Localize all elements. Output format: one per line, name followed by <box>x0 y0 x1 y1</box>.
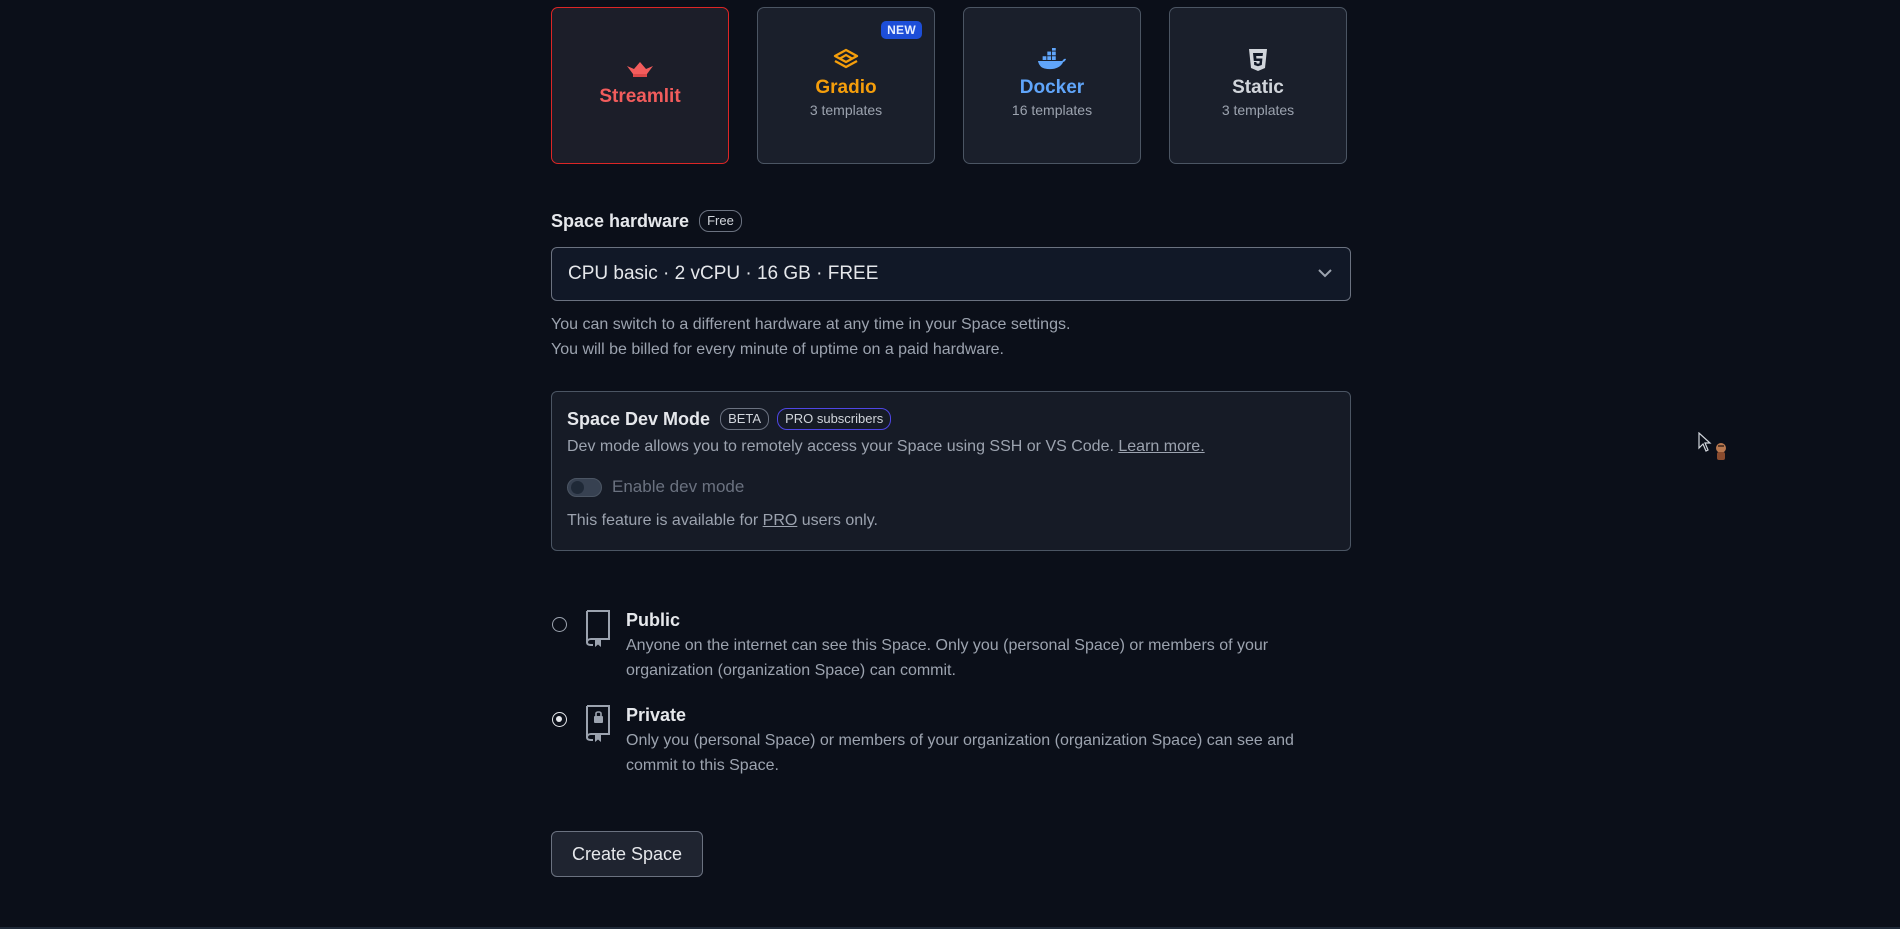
beta-badge: BETA <box>720 408 770 430</box>
hardware-help-line: You can switch to a different hardware a… <box>551 316 1071 333</box>
sdk-template-count: 3 templates <box>1221 101 1295 118</box>
create-space-button[interactable]: Create Space <box>551 831 704 877</box>
dev-mode-description: Dev mode allows you to remotely access y… <box>567 438 1335 456</box>
dev-mode-toggle-label: Enable dev mode <box>612 477 745 496</box>
dev-mode-title: Space Dev Mode <box>567 408 711 429</box>
dev-mode-desc-text: Dev mode allows you to remotely access y… <box>567 438 1114 455</box>
space-hardware-title: Space hardware <box>551 210 690 231</box>
space-hardware-label: Space hardware Free <box>551 210 742 232</box>
html5-icon <box>1243 48 1273 72</box>
free-badge: Free <box>699 210 742 232</box>
sdk-selector: Streamlit NEW Gradio 3 templates Docker … <box>551 7 1351 166</box>
private-title: Private <box>626 705 687 725</box>
hardware-help-line: You will be billed for every minute of u… <box>551 341 1004 358</box>
public-radio[interactable] <box>552 617 567 632</box>
hardware-help-text: You can switch to a different hardware a… <box>551 312 1070 362</box>
dev-mode-pro-note: This feature is available for PRO users … <box>567 512 1335 530</box>
sdk-template-count: 16 templates <box>1011 101 1093 118</box>
learn-more-link[interactable]: Learn more. <box>1118 438 1204 455</box>
sdk-name: Streamlit <box>599 85 681 107</box>
streamlit-crown-icon <box>625 57 655 81</box>
visibility-option-private[interactable]: Private Only you (personal Space) or mem… <box>551 704 1351 778</box>
pro-note-suffix: users only. <box>801 512 878 529</box>
sdk-card-gradio[interactable]: NEW Gradio 3 templates <box>757 7 935 164</box>
hardware-selected-value: CPU basic · 2 vCPU · 16 GB · FREE <box>568 263 879 284</box>
docker-whale-icon <box>1037 47 1067 72</box>
sdk-name: Gradio <box>815 76 877 98</box>
sdk-name: Static <box>1232 76 1284 98</box>
pro-subscribers-badge: PRO subscribers <box>777 408 892 430</box>
pro-link[interactable]: PRO <box>763 512 798 529</box>
private-description: Only you (personal Space) or members of … <box>626 732 1294 774</box>
repo-book-icon <box>583 609 613 647</box>
chevron-down-icon <box>1316 264 1334 282</box>
sdk-template-count: 3 templates <box>809 101 883 118</box>
repo-lock-icon <box>583 704 613 742</box>
dev-mode-panel: Space Dev Mode BETA PRO subscribers Dev … <box>551 391 1351 551</box>
new-badge: NEW <box>881 21 922 39</box>
dev-mode-toggle[interactable] <box>567 477 602 497</box>
sdk-name: Docker <box>1019 76 1085 98</box>
sdk-card-static[interactable]: Static 3 templates <box>1169 7 1347 164</box>
public-description: Anyone on the internet can see this Spac… <box>626 637 1269 679</box>
gradio-icon <box>831 48 861 72</box>
public-title: Public <box>626 610 681 630</box>
hardware-select[interactable]: CPU basic · 2 vCPU · 16 GB · FREE <box>551 247 1351 301</box>
sdk-card-docker[interactable]: Docker 16 templates <box>963 7 1141 164</box>
sdk-card-streamlit[interactable]: Streamlit <box>551 7 729 164</box>
visibility-option-public[interactable]: Public Anyone on the internet can see th… <box>551 609 1351 683</box>
pro-note-prefix: This feature is available for <box>567 512 759 529</box>
private-radio[interactable] <box>552 712 567 727</box>
mouse-cursor-icon <box>1698 431 1732 467</box>
